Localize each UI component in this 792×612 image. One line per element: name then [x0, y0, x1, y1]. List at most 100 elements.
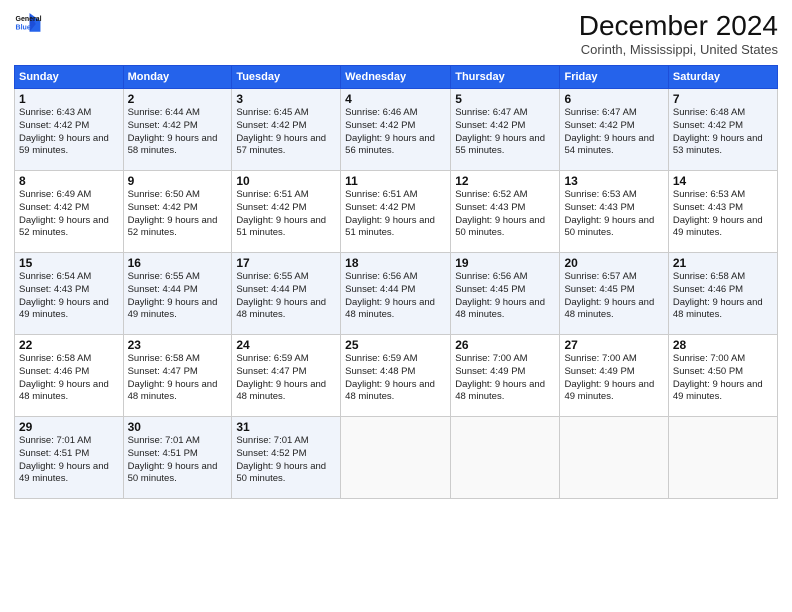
day-number: 28: [673, 338, 773, 352]
day-number: 14: [673, 174, 773, 188]
day-info: Sunrise: 6:43 AMSunset: 4:42 PMDaylight:…: [19, 107, 119, 158]
day-number: 1: [19, 92, 119, 106]
day-info: Sunrise: 6:47 AMSunset: 4:42 PMDaylight:…: [564, 107, 663, 158]
calendar-week: 29Sunrise: 7:01 AMSunset: 4:51 PMDayligh…: [15, 417, 778, 499]
day-number: 29: [19, 420, 119, 434]
day-info: Sunrise: 7:01 AMSunset: 4:51 PMDaylight:…: [19, 435, 119, 486]
weekday-header: Friday: [560, 66, 668, 89]
day-number: 2: [128, 92, 228, 106]
day-number: 10: [236, 174, 336, 188]
calendar-day: 27Sunrise: 7:00 AMSunset: 4:49 PMDayligh…: [560, 335, 668, 417]
day-info: Sunrise: 6:53 AMSunset: 4:43 PMDaylight:…: [673, 189, 773, 240]
calendar-day: 31Sunrise: 7:01 AMSunset: 4:52 PMDayligh…: [232, 417, 341, 499]
logo: General Blue: [14, 10, 42, 38]
calendar-day: 30Sunrise: 7:01 AMSunset: 4:51 PMDayligh…: [123, 417, 232, 499]
day-number: 27: [564, 338, 663, 352]
day-number: 11: [345, 174, 446, 188]
day-info: Sunrise: 7:00 AMSunset: 4:50 PMDaylight:…: [673, 353, 773, 404]
day-number: 24: [236, 338, 336, 352]
calendar-day: 21Sunrise: 6:58 AMSunset: 4:46 PMDayligh…: [668, 253, 777, 335]
calendar-day: 5Sunrise: 6:47 AMSunset: 4:42 PMDaylight…: [451, 89, 560, 171]
calendar-day: 15Sunrise: 6:54 AMSunset: 4:43 PMDayligh…: [15, 253, 124, 335]
day-number: 9: [128, 174, 228, 188]
svg-text:General: General: [16, 16, 42, 23]
calendar-day: 28Sunrise: 7:00 AMSunset: 4:50 PMDayligh…: [668, 335, 777, 417]
calendar-day: 19Sunrise: 6:56 AMSunset: 4:45 PMDayligh…: [451, 253, 560, 335]
weekday-header: Saturday: [668, 66, 777, 89]
day-info: Sunrise: 6:48 AMSunset: 4:42 PMDaylight:…: [673, 107, 773, 158]
calendar-day: 7Sunrise: 6:48 AMSunset: 4:42 PMDaylight…: [668, 89, 777, 171]
day-info: Sunrise: 7:00 AMSunset: 4:49 PMDaylight:…: [564, 353, 663, 404]
day-info: Sunrise: 6:51 AMSunset: 4:42 PMDaylight:…: [345, 189, 446, 240]
weekday-header: Tuesday: [232, 66, 341, 89]
calendar-day: [560, 417, 668, 499]
calendar-day: 24Sunrise: 6:59 AMSunset: 4:47 PMDayligh…: [232, 335, 341, 417]
day-info: Sunrise: 6:53 AMSunset: 4:43 PMDaylight:…: [564, 189, 663, 240]
day-info: Sunrise: 6:52 AMSunset: 4:43 PMDaylight:…: [455, 189, 555, 240]
day-info: Sunrise: 6:58 AMSunset: 4:46 PMDaylight:…: [673, 271, 773, 322]
day-number: 16: [128, 256, 228, 270]
calendar-day: [341, 417, 451, 499]
calendar-week: 1Sunrise: 6:43 AMSunset: 4:42 PMDaylight…: [15, 89, 778, 171]
day-info: Sunrise: 7:00 AMSunset: 4:49 PMDaylight:…: [455, 353, 555, 404]
calendar-day: 8Sunrise: 6:49 AMSunset: 4:42 PMDaylight…: [15, 171, 124, 253]
weekday-header: Monday: [123, 66, 232, 89]
weekday-header: Wednesday: [341, 66, 451, 89]
calendar-day: 29Sunrise: 7:01 AMSunset: 4:51 PMDayligh…: [15, 417, 124, 499]
calendar-week: 15Sunrise: 6:54 AMSunset: 4:43 PMDayligh…: [15, 253, 778, 335]
title-block: December 2024 Corinth, Mississippi, Unit…: [579, 10, 778, 57]
day-info: Sunrise: 6:56 AMSunset: 4:45 PMDaylight:…: [455, 271, 555, 322]
day-info: Sunrise: 6:47 AMSunset: 4:42 PMDaylight:…: [455, 107, 555, 158]
day-number: 5: [455, 92, 555, 106]
calendar-day: 16Sunrise: 6:55 AMSunset: 4:44 PMDayligh…: [123, 253, 232, 335]
calendar-day: 3Sunrise: 6:45 AMSunset: 4:42 PMDaylight…: [232, 89, 341, 171]
svg-text:Blue: Blue: [16, 24, 31, 31]
calendar-table: SundayMondayTuesdayWednesdayThursdayFrid…: [14, 65, 778, 499]
day-info: Sunrise: 7:01 AMSunset: 4:51 PMDaylight:…: [128, 435, 228, 486]
calendar-day: 4Sunrise: 6:46 AMSunset: 4:42 PMDaylight…: [341, 89, 451, 171]
calendar-day: 25Sunrise: 6:59 AMSunset: 4:48 PMDayligh…: [341, 335, 451, 417]
day-number: 26: [455, 338, 555, 352]
day-number: 12: [455, 174, 555, 188]
day-number: 18: [345, 256, 446, 270]
day-number: 25: [345, 338, 446, 352]
day-info: Sunrise: 6:58 AMSunset: 4:46 PMDaylight:…: [19, 353, 119, 404]
day-number: 13: [564, 174, 663, 188]
day-number: 19: [455, 256, 555, 270]
page-title: December 2024: [579, 10, 778, 42]
day-info: Sunrise: 6:51 AMSunset: 4:42 PMDaylight:…: [236, 189, 336, 240]
calendar-day: 10Sunrise: 6:51 AMSunset: 4:42 PMDayligh…: [232, 171, 341, 253]
day-info: Sunrise: 6:56 AMSunset: 4:44 PMDaylight:…: [345, 271, 446, 322]
day-info: Sunrise: 6:45 AMSunset: 4:42 PMDaylight:…: [236, 107, 336, 158]
calendar-day: [668, 417, 777, 499]
day-info: Sunrise: 6:44 AMSunset: 4:42 PMDaylight:…: [128, 107, 228, 158]
calendar-day: [451, 417, 560, 499]
day-number: 3: [236, 92, 336, 106]
day-info: Sunrise: 6:55 AMSunset: 4:44 PMDaylight:…: [128, 271, 228, 322]
day-info: Sunrise: 6:59 AMSunset: 4:47 PMDaylight:…: [236, 353, 336, 404]
calendar-day: 11Sunrise: 6:51 AMSunset: 4:42 PMDayligh…: [341, 171, 451, 253]
day-info: Sunrise: 6:59 AMSunset: 4:48 PMDaylight:…: [345, 353, 446, 404]
day-number: 23: [128, 338, 228, 352]
calendar-day: 14Sunrise: 6:53 AMSunset: 4:43 PMDayligh…: [668, 171, 777, 253]
day-number: 4: [345, 92, 446, 106]
day-number: 17: [236, 256, 336, 270]
calendar-day: 12Sunrise: 6:52 AMSunset: 4:43 PMDayligh…: [451, 171, 560, 253]
calendar-week: 8Sunrise: 6:49 AMSunset: 4:42 PMDaylight…: [15, 171, 778, 253]
calendar-body: 1Sunrise: 6:43 AMSunset: 4:42 PMDaylight…: [15, 89, 778, 499]
weekday-header: Thursday: [451, 66, 560, 89]
day-number: 8: [19, 174, 119, 188]
day-info: Sunrise: 6:46 AMSunset: 4:42 PMDaylight:…: [345, 107, 446, 158]
day-number: 6: [564, 92, 663, 106]
day-number: 20: [564, 256, 663, 270]
calendar-day: 6Sunrise: 6:47 AMSunset: 4:42 PMDaylight…: [560, 89, 668, 171]
day-info: Sunrise: 7:01 AMSunset: 4:52 PMDaylight:…: [236, 435, 336, 486]
calendar-day: 23Sunrise: 6:58 AMSunset: 4:47 PMDayligh…: [123, 335, 232, 417]
calendar-day: 1Sunrise: 6:43 AMSunset: 4:42 PMDaylight…: [15, 89, 124, 171]
day-number: 15: [19, 256, 119, 270]
calendar-day: 18Sunrise: 6:56 AMSunset: 4:44 PMDayligh…: [341, 253, 451, 335]
day-info: Sunrise: 6:55 AMSunset: 4:44 PMDaylight:…: [236, 271, 336, 322]
calendar-day: 9Sunrise: 6:50 AMSunset: 4:42 PMDaylight…: [123, 171, 232, 253]
day-number: 30: [128, 420, 228, 434]
day-number: 21: [673, 256, 773, 270]
